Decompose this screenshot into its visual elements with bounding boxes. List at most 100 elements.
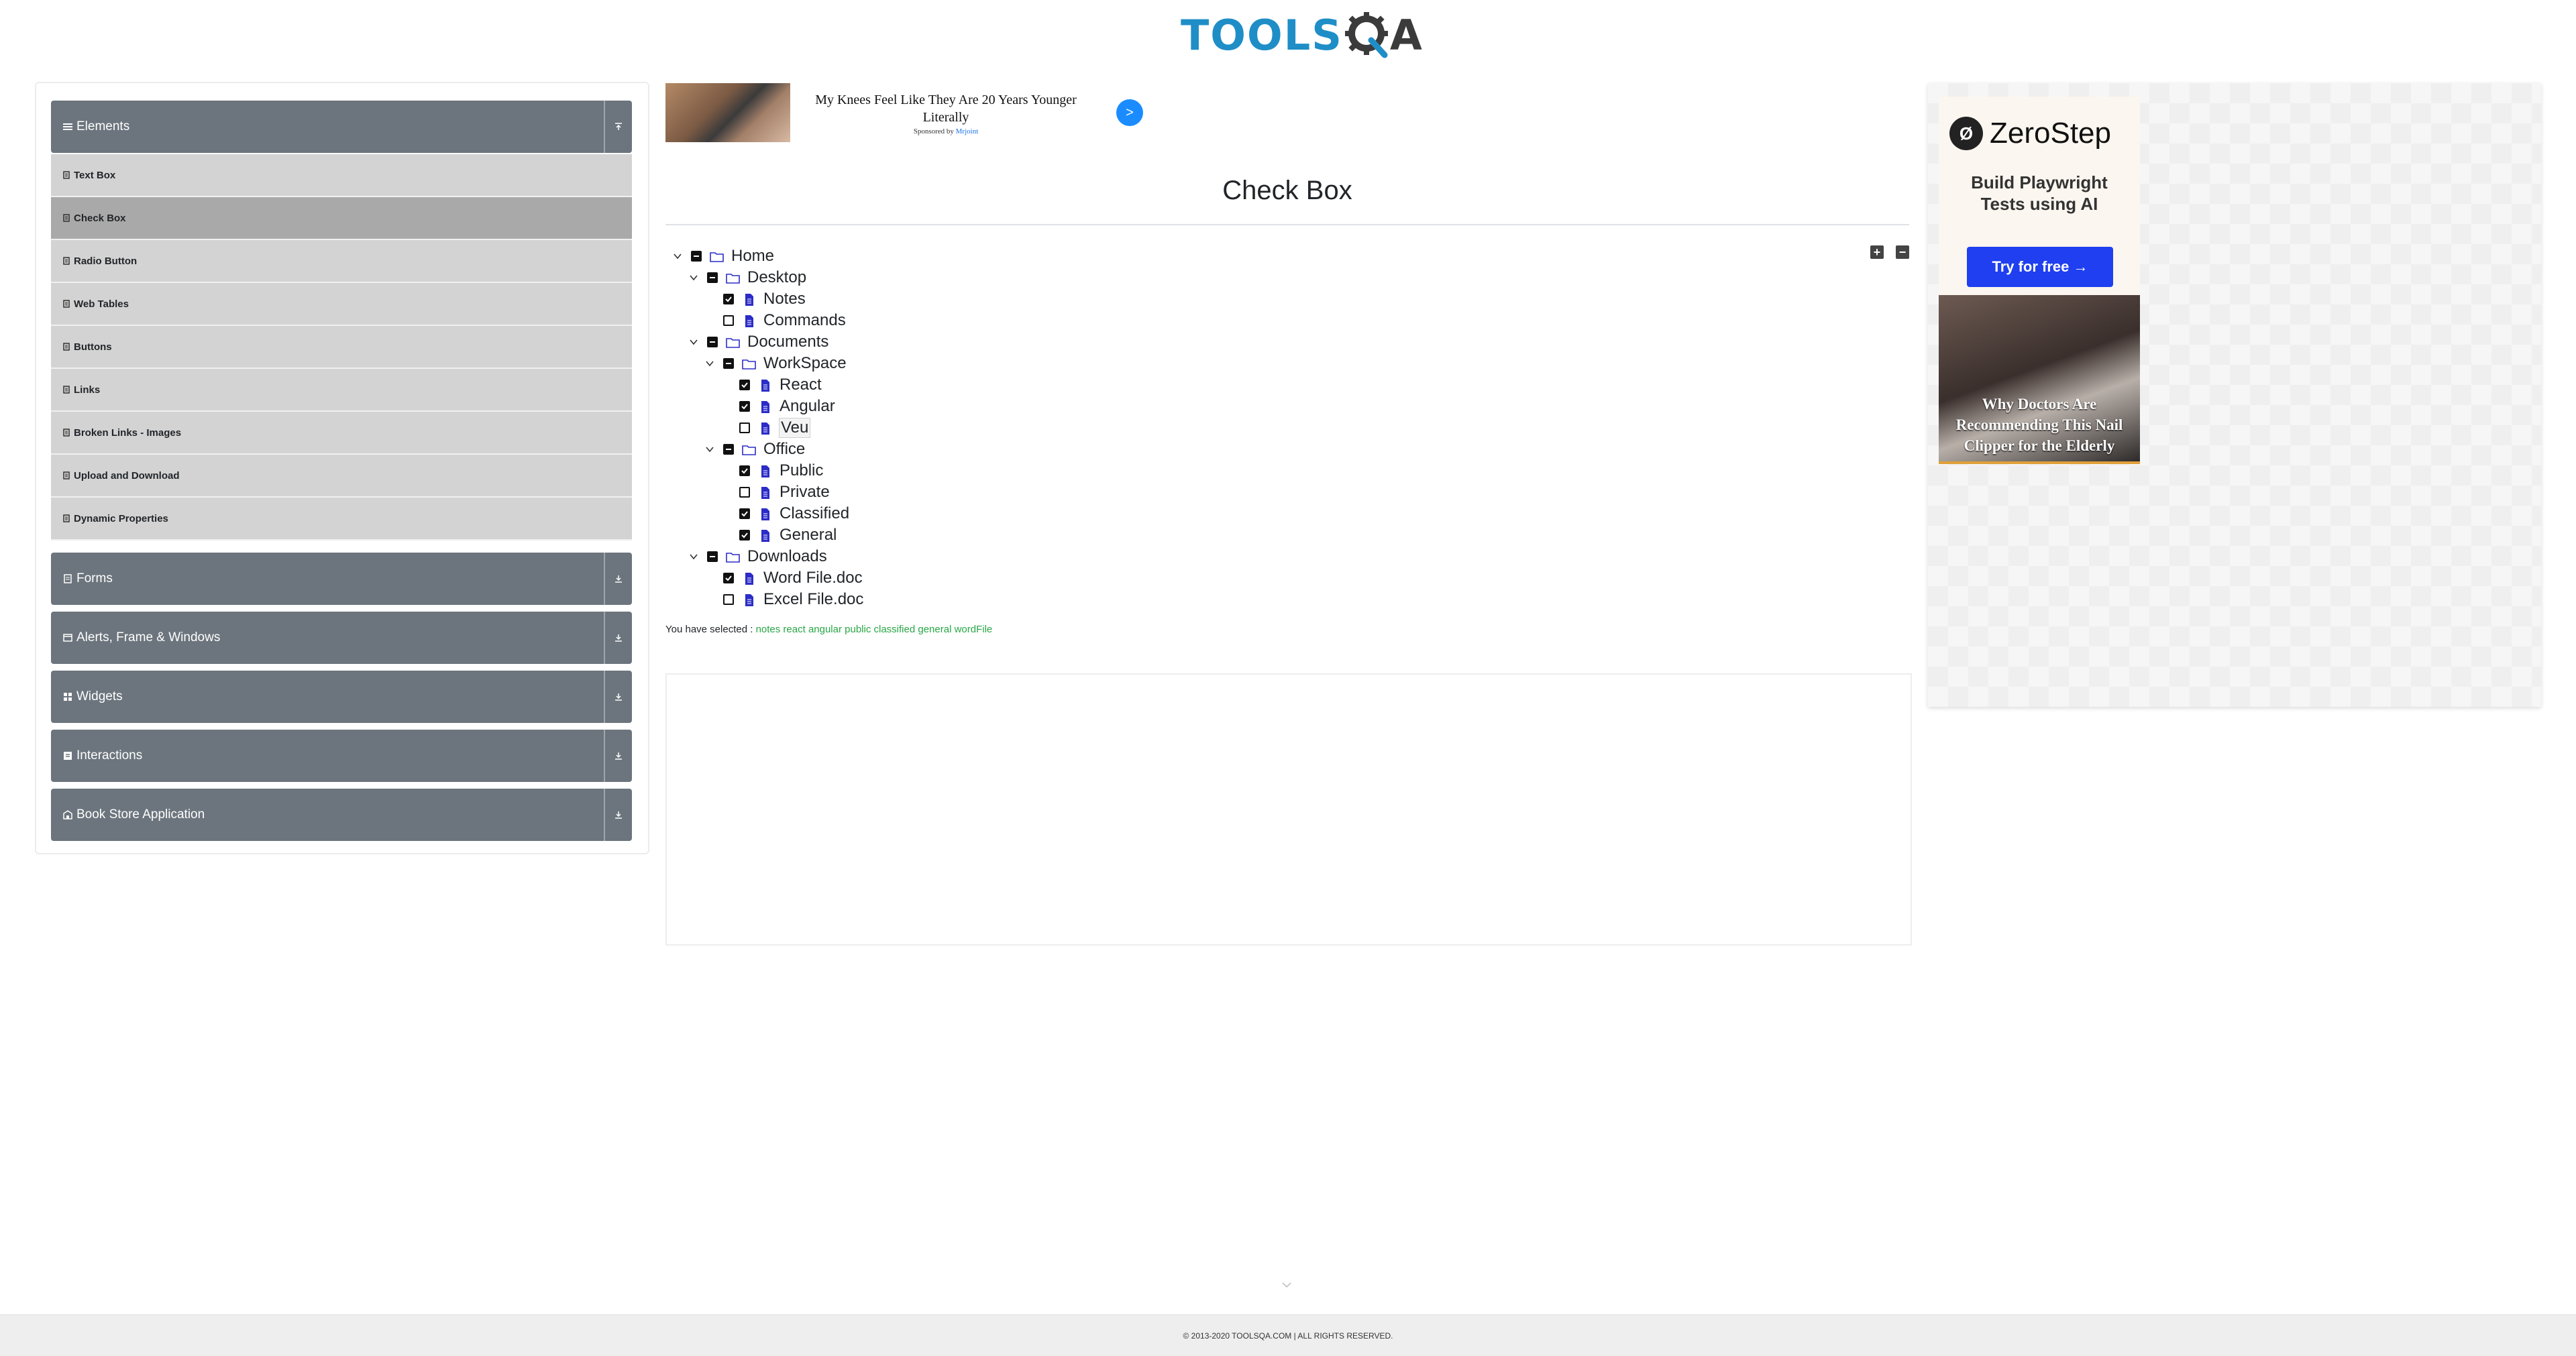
checkbox-unchecked-icon[interactable] [739, 422, 750, 433]
folder-open-icon [742, 357, 757, 370]
list-icon [63, 123, 72, 130]
tree-node-label[interactable]: Home [731, 247, 774, 266]
tree-node-label[interactable]: Office [763, 440, 805, 459]
expand-icon[interactable] [604, 553, 632, 605]
nail-clipper-ad[interactable]: Why Doctors Are Recommending This Nail C… [1939, 295, 2140, 464]
group-header-elements[interactable]: Elements [51, 101, 632, 153]
checkbox-checked-icon[interactable] [739, 530, 750, 541]
checkbox-unchecked-icon[interactable] [739, 487, 750, 498]
menu-item-dynamic-properties[interactable]: Dynamic Properties [51, 498, 632, 541]
tree-node-public: Public [719, 460, 823, 482]
file-icon [758, 507, 773, 520]
tree-node-label[interactable]: Desktop [747, 268, 806, 287]
tree-node-label[interactable]: Classified [780, 504, 849, 523]
zerostep-tagline: Build Playwright Tests using AI [1939, 172, 2140, 215]
folder-open-icon [726, 271, 741, 284]
collapse-all-button[interactable]: − [1896, 245, 1909, 259]
menu-item-upload-download[interactable]: Upload and Download [51, 455, 632, 498]
checkbox-half-icon[interactable] [707, 551, 718, 562]
file-icon [742, 593, 757, 606]
expand-icon[interactable] [604, 671, 632, 723]
tree-node-label[interactable]: General [780, 526, 837, 545]
try-for-free-button[interactable]: Try for free → [1967, 247, 2113, 287]
menu-item-radio-button[interactable]: Radio Button [51, 240, 632, 283]
nail-clipper-caption[interactable]: Why Doctors Are Recommending This Nail C… [1939, 394, 2140, 456]
ad-go-button[interactable]: > [1116, 99, 1143, 126]
tree-node-classified: Classified [719, 503, 849, 524]
tree-node-angular: Angular [719, 396, 835, 417]
tree-node-label[interactable]: React [780, 376, 822, 394]
tree-node-label[interactable]: Private [780, 483, 830, 502]
tree-node-label[interactable]: Documents [747, 333, 828, 351]
checkbox-checked-icon[interactable] [739, 380, 750, 390]
checkbox-half-icon[interactable] [691, 251, 702, 262]
tree-node-label[interactable]: Public [780, 461, 823, 480]
checkbox-checked-icon[interactable] [739, 401, 750, 412]
checkbox-unchecked-icon[interactable] [723, 594, 734, 605]
chevron-down-icon[interactable] [703, 443, 716, 456]
chevron-down-icon[interactable] [687, 335, 700, 349]
chevron-down-icon[interactable] [703, 357, 716, 370]
expand-icon[interactable] [604, 730, 632, 782]
checkbox-unchecked-icon[interactable] [723, 315, 734, 326]
group-header-book-store[interactable]: Book Store Application [51, 789, 632, 841]
menu-item-buttons[interactable]: Buttons [51, 326, 632, 369]
ad-sponsor-name[interactable]: Mrjoint [956, 127, 979, 135]
tree-node-desktop: Desktop [687, 267, 806, 288]
menu-item-web-tables[interactable]: Web Tables [51, 283, 632, 326]
tree-node-label[interactable]: WorkSpace [763, 354, 847, 373]
expand-icon[interactable] [604, 789, 632, 841]
window-icon [63, 634, 72, 642]
tree-node-documents: Documents [687, 331, 828, 353]
folder-open-icon [742, 443, 757, 456]
checkbox-checked-icon[interactable] [739, 508, 750, 519]
group-header-forms[interactable]: Forms [51, 553, 632, 605]
checkbox-half-icon[interactable] [723, 444, 734, 455]
checkbox-checked-icon[interactable] [723, 294, 734, 304]
group-header-alerts[interactable]: Alerts, Frame & Windows [51, 612, 632, 664]
tree-node-workspace: WorkSpace [703, 353, 847, 374]
scroll-down-chevron-icon[interactable] [1280, 1278, 1293, 1292]
item-icon [63, 429, 70, 437]
file-icon [758, 421, 773, 435]
tree-node-label[interactable]: Veu [778, 418, 811, 438]
group-header-widgets[interactable]: Widgets [51, 671, 632, 723]
menu-item-links[interactable]: Links [51, 369, 632, 412]
expand-icon[interactable] [604, 612, 632, 664]
menu-item-label: Text Box [74, 169, 116, 181]
group-label: Interactions [76, 748, 143, 762]
folder-open-icon [726, 335, 741, 349]
chevron-down-icon[interactable] [687, 550, 700, 563]
group-header-interactions[interactable]: Interactions [51, 730, 632, 782]
menu-item-broken-links[interactable]: Broken Links - Images [51, 412, 632, 455]
menu-item-check-box[interactable]: Check Box [51, 197, 632, 240]
tagline-line-1: Build Playwright [1971, 172, 2108, 192]
footer: © 2013-2020 TOOLSQA.COM | ALL RIGHTS RES… [0, 1314, 2576, 1356]
result-prefix: You have selected : [665, 624, 753, 635]
menu-item-label: Check Box [74, 212, 126, 224]
chevron-down-icon[interactable] [687, 271, 700, 284]
chevron-down-icon[interactable] [671, 249, 684, 263]
tree-node-home: Home [671, 245, 774, 267]
menu-item-text-box[interactable]: Text Box [51, 154, 632, 197]
ad-thumbnail-image[interactable] [665, 83, 790, 142]
tree-node-label[interactable]: Downloads [747, 547, 827, 566]
checkbox-half-icon[interactable] [723, 358, 734, 369]
file-icon [758, 400, 773, 413]
checkbox-checked-icon[interactable] [723, 573, 734, 583]
tree-node-label[interactable]: Excel File.doc [763, 590, 863, 609]
tree-node-label[interactable]: Word File.doc [763, 569, 863, 587]
sponsored-banner-ad[interactable]: My Knees Feel Like They Are 20 Years You… [665, 83, 1148, 142]
checkbox-half-icon[interactable] [707, 337, 718, 347]
file-icon [742, 314, 757, 327]
tree-node-label[interactable]: Notes [763, 290, 806, 308]
checkbox-half-icon[interactable] [707, 272, 718, 283]
tree-node-general: General [719, 524, 837, 546]
tree-node-label[interactable]: Commands [763, 311, 846, 330]
tree-node-label[interactable]: Angular [780, 397, 835, 416]
checkbox-checked-icon[interactable] [739, 465, 750, 476]
ad-title[interactable]: My Knees Feel Like They Are 20 Years You… [812, 91, 1080, 126]
expand-all-button[interactable]: + [1870, 245, 1884, 259]
toolsqa-logo[interactable]: TOOLS A [1181, 9, 1422, 60]
collapse-icon[interactable] [604, 101, 632, 153]
